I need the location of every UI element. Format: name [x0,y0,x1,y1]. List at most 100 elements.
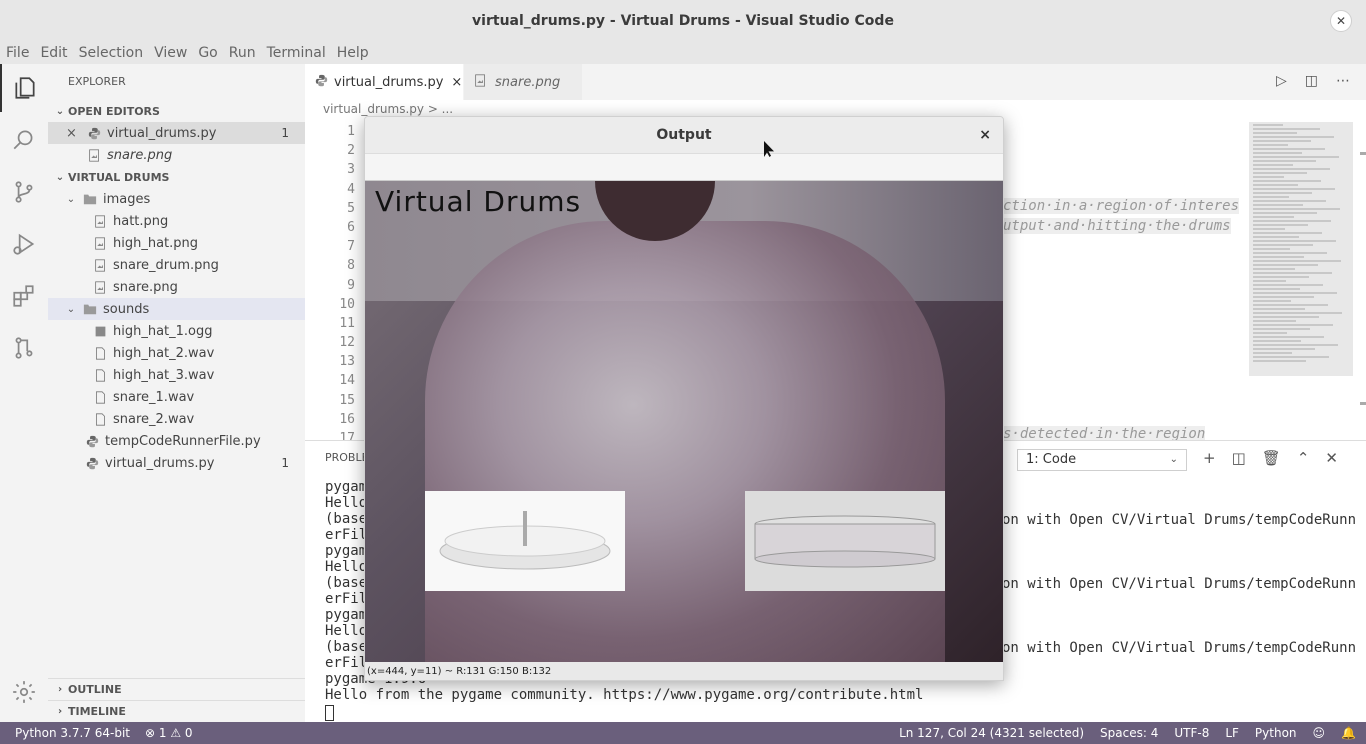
close-icon[interactable]: × [66,126,80,141]
file-row[interactable]: high_hat_2.wav [48,342,305,364]
minimap-line [1253,164,1293,166]
settings-gear-icon[interactable] [0,668,48,716]
file-label: snare_drum.png [113,257,219,273]
line-ending[interactable]: LF [1225,726,1239,740]
file-row[interactable]: virtual_drums.py 1 [48,452,305,474]
run-icon[interactable]: ▷ [1276,73,1287,89]
split-terminal-icon[interactable]: ◫ [1232,449,1246,467]
tab-virtual-drums[interactable]: virtual_drums.py × [305,64,463,100]
file-row[interactable]: high_hat_3.wav [48,364,305,386]
minimap-line [1253,268,1295,270]
minimap-line [1253,200,1326,202]
open-editors-header[interactable]: ⌄ OPEN EDITORS [48,100,305,122]
folder-sounds[interactable]: ⌄ sounds [48,298,305,320]
editor-actions: ▷ ◫ ⋯ [1276,73,1350,89]
chevron-down-icon: ⌄ [66,193,76,205]
extensions-icon[interactable] [0,272,48,320]
open-editors-label: OPEN EDITORS [68,104,160,118]
minimap-line [1253,348,1315,350]
menu-bar: File Edit Selection View Go Run Terminal… [0,42,1366,64]
file-row[interactable]: high_hat_1.ogg [48,320,305,342]
trash-icon[interactable]: 🗑 [1262,449,1281,467]
line-number: 14 [339,373,355,389]
problems-status[interactable]: ⊗ 1 ⚠ 0 [145,726,193,740]
open-editor-virtual-drums[interactable]: × virtual_drums.py 1 [48,122,305,144]
menu-file[interactable]: File [6,45,29,61]
minimap-line [1253,224,1308,226]
file-row[interactable]: snare_1.wav [48,386,305,408]
menu-view[interactable]: View [154,45,187,61]
output-window-titlebar[interactable]: Output × [365,117,1003,154]
close-icon[interactable]: × [979,117,991,154]
code-comment: utput·and·hitting·the·drums [1003,218,1231,234]
line-number: 16 [339,411,355,427]
minimap-line [1253,124,1283,126]
image-file-icon [92,213,108,229]
file-row[interactable]: hatt.png [48,210,305,232]
open-editor-snare[interactable]: snare.png [48,144,305,166]
minimap-line [1253,276,1309,278]
window-close-button[interactable]: ✕ [1330,10,1352,32]
timeline-header[interactable]: › TIMELINE [48,700,305,722]
menu-go[interactable]: Go [198,45,217,61]
minimap-line [1253,264,1318,266]
minimap-line [1253,156,1339,158]
tab-snare[interactable]: snare.png [464,64,582,100]
code-comment: ction·in·a·region·of·interes [1003,198,1240,214]
source-control-icon[interactable] [0,168,48,216]
terminal-line: on with Open CV/Virtual Drums/tempCodeRu… [1002,512,1357,528]
feedback-icon[interactable]: ☺ [1313,726,1326,740]
close-panel-icon[interactable]: ✕ [1325,449,1338,467]
line-numbers: 1 2 3 4 5 6 7 8 9 10 11 12 13 14 15 16 17 [305,122,355,448]
python-interpreter[interactable]: Python 3.7.7 64-bit [15,726,130,740]
notifications-bell-icon[interactable]: 🔔 [1341,726,1356,740]
search-icon[interactable] [0,116,48,164]
menu-help[interactable]: Help [337,45,369,61]
indentation[interactable]: Spaces: 4 [1100,726,1158,740]
hi-hat-image [425,491,625,591]
language-mode[interactable]: Python [1255,726,1297,740]
terminal-select[interactable]: 1: Code ⌄ [1017,449,1187,471]
snare-drum-icon [754,515,936,568]
file-row[interactable]: tempCodeRunnerFile.py [48,430,305,452]
file-row[interactable]: snare_drum.png [48,254,305,276]
remote-explorer-icon[interactable] [0,324,48,372]
open-editor-label: virtual_drums.py [107,125,217,141]
terminal-line: erFil [325,591,368,607]
file-label: high_hat_1.ogg [113,323,213,339]
encoding[interactable]: UTF-8 [1174,726,1209,740]
menu-terminal[interactable]: Terminal [267,45,326,61]
minimap-line [1253,176,1284,178]
minimap-line [1253,228,1285,230]
file-row[interactable]: high_hat.png [48,232,305,254]
new-terminal-icon[interactable]: + [1203,449,1216,467]
menu-selection[interactable]: Selection [79,45,144,61]
tab-problems[interactable]: PROBLE [325,451,369,464]
file-icon [92,345,108,361]
minimap-line [1253,232,1322,234]
project-header[interactable]: ⌄ VIRTUAL DRUMS [48,166,305,188]
explorer-icon[interactable] [0,64,48,112]
minimap-line [1253,144,1288,146]
more-actions-icon[interactable]: ⋯ [1336,73,1350,89]
close-icon[interactable]: × [451,75,462,90]
menu-run[interactable]: Run [229,45,256,61]
run-debug-icon[interactable] [0,220,48,268]
minimap-line [1253,196,1289,198]
outline-header[interactable]: › OUTLINE [48,678,305,700]
minimap-line [1253,148,1325,150]
file-row[interactable]: snare.png [48,276,305,298]
minimap[interactable] [1249,122,1353,376]
person-shirt [425,221,945,662]
terminal-line: Hello [325,495,368,511]
cursor-position[interactable]: Ln 127, Col 24 (4321 selected) [899,726,1084,740]
minimap-line [1253,184,1298,186]
terminal-line: pygam [325,607,368,623]
file-row[interactable]: snare_2.wav [48,408,305,430]
python-file-icon [86,125,102,141]
folder-images[interactable]: ⌄ images [48,188,305,210]
maximize-panel-icon[interactable]: ⌃ [1297,449,1310,467]
split-editor-icon[interactable]: ◫ [1305,73,1318,89]
breadcrumb[interactable]: virtual_drums.py > ... [323,102,453,116]
menu-edit[interactable]: Edit [40,45,67,61]
